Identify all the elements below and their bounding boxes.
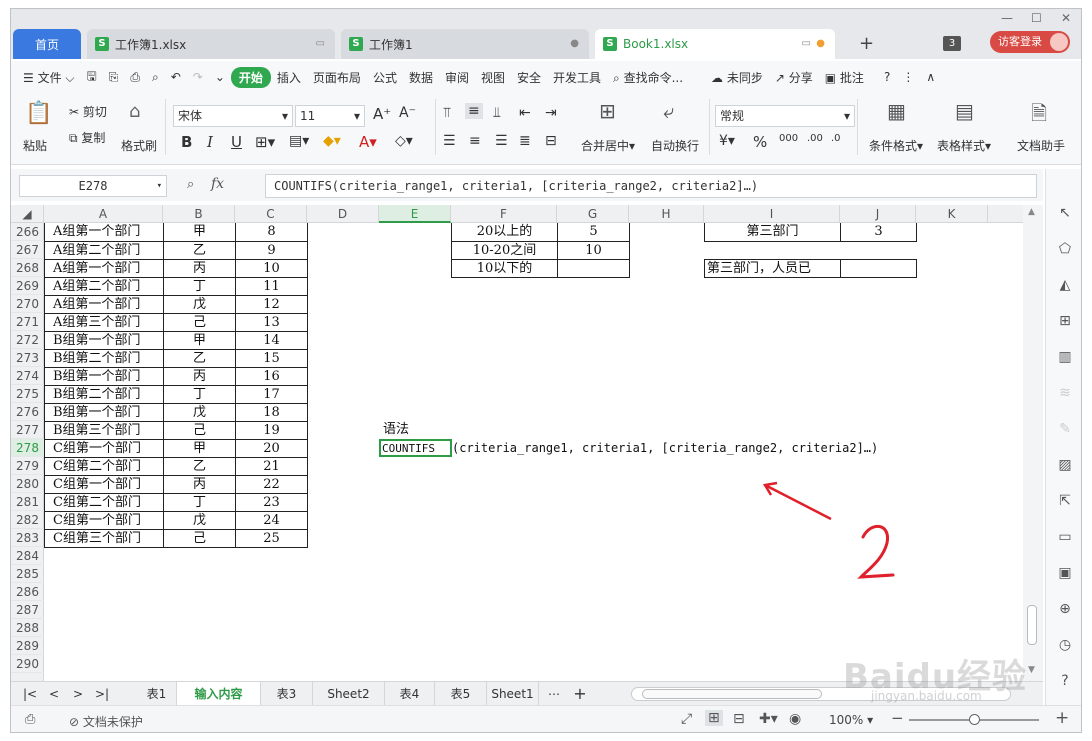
watermark-url: jingyan.baidu.com [871,689,982,703]
annotation-layer [762,481,895,579]
red-arrow-annotation [762,481,832,521]
app-window: — ☐ ✕ 首页 S 工作簿1.xlsx ▭ S 工作簿1 ● S Book1.… [10,8,1082,733]
handwritten-two-annotation [857,525,895,579]
